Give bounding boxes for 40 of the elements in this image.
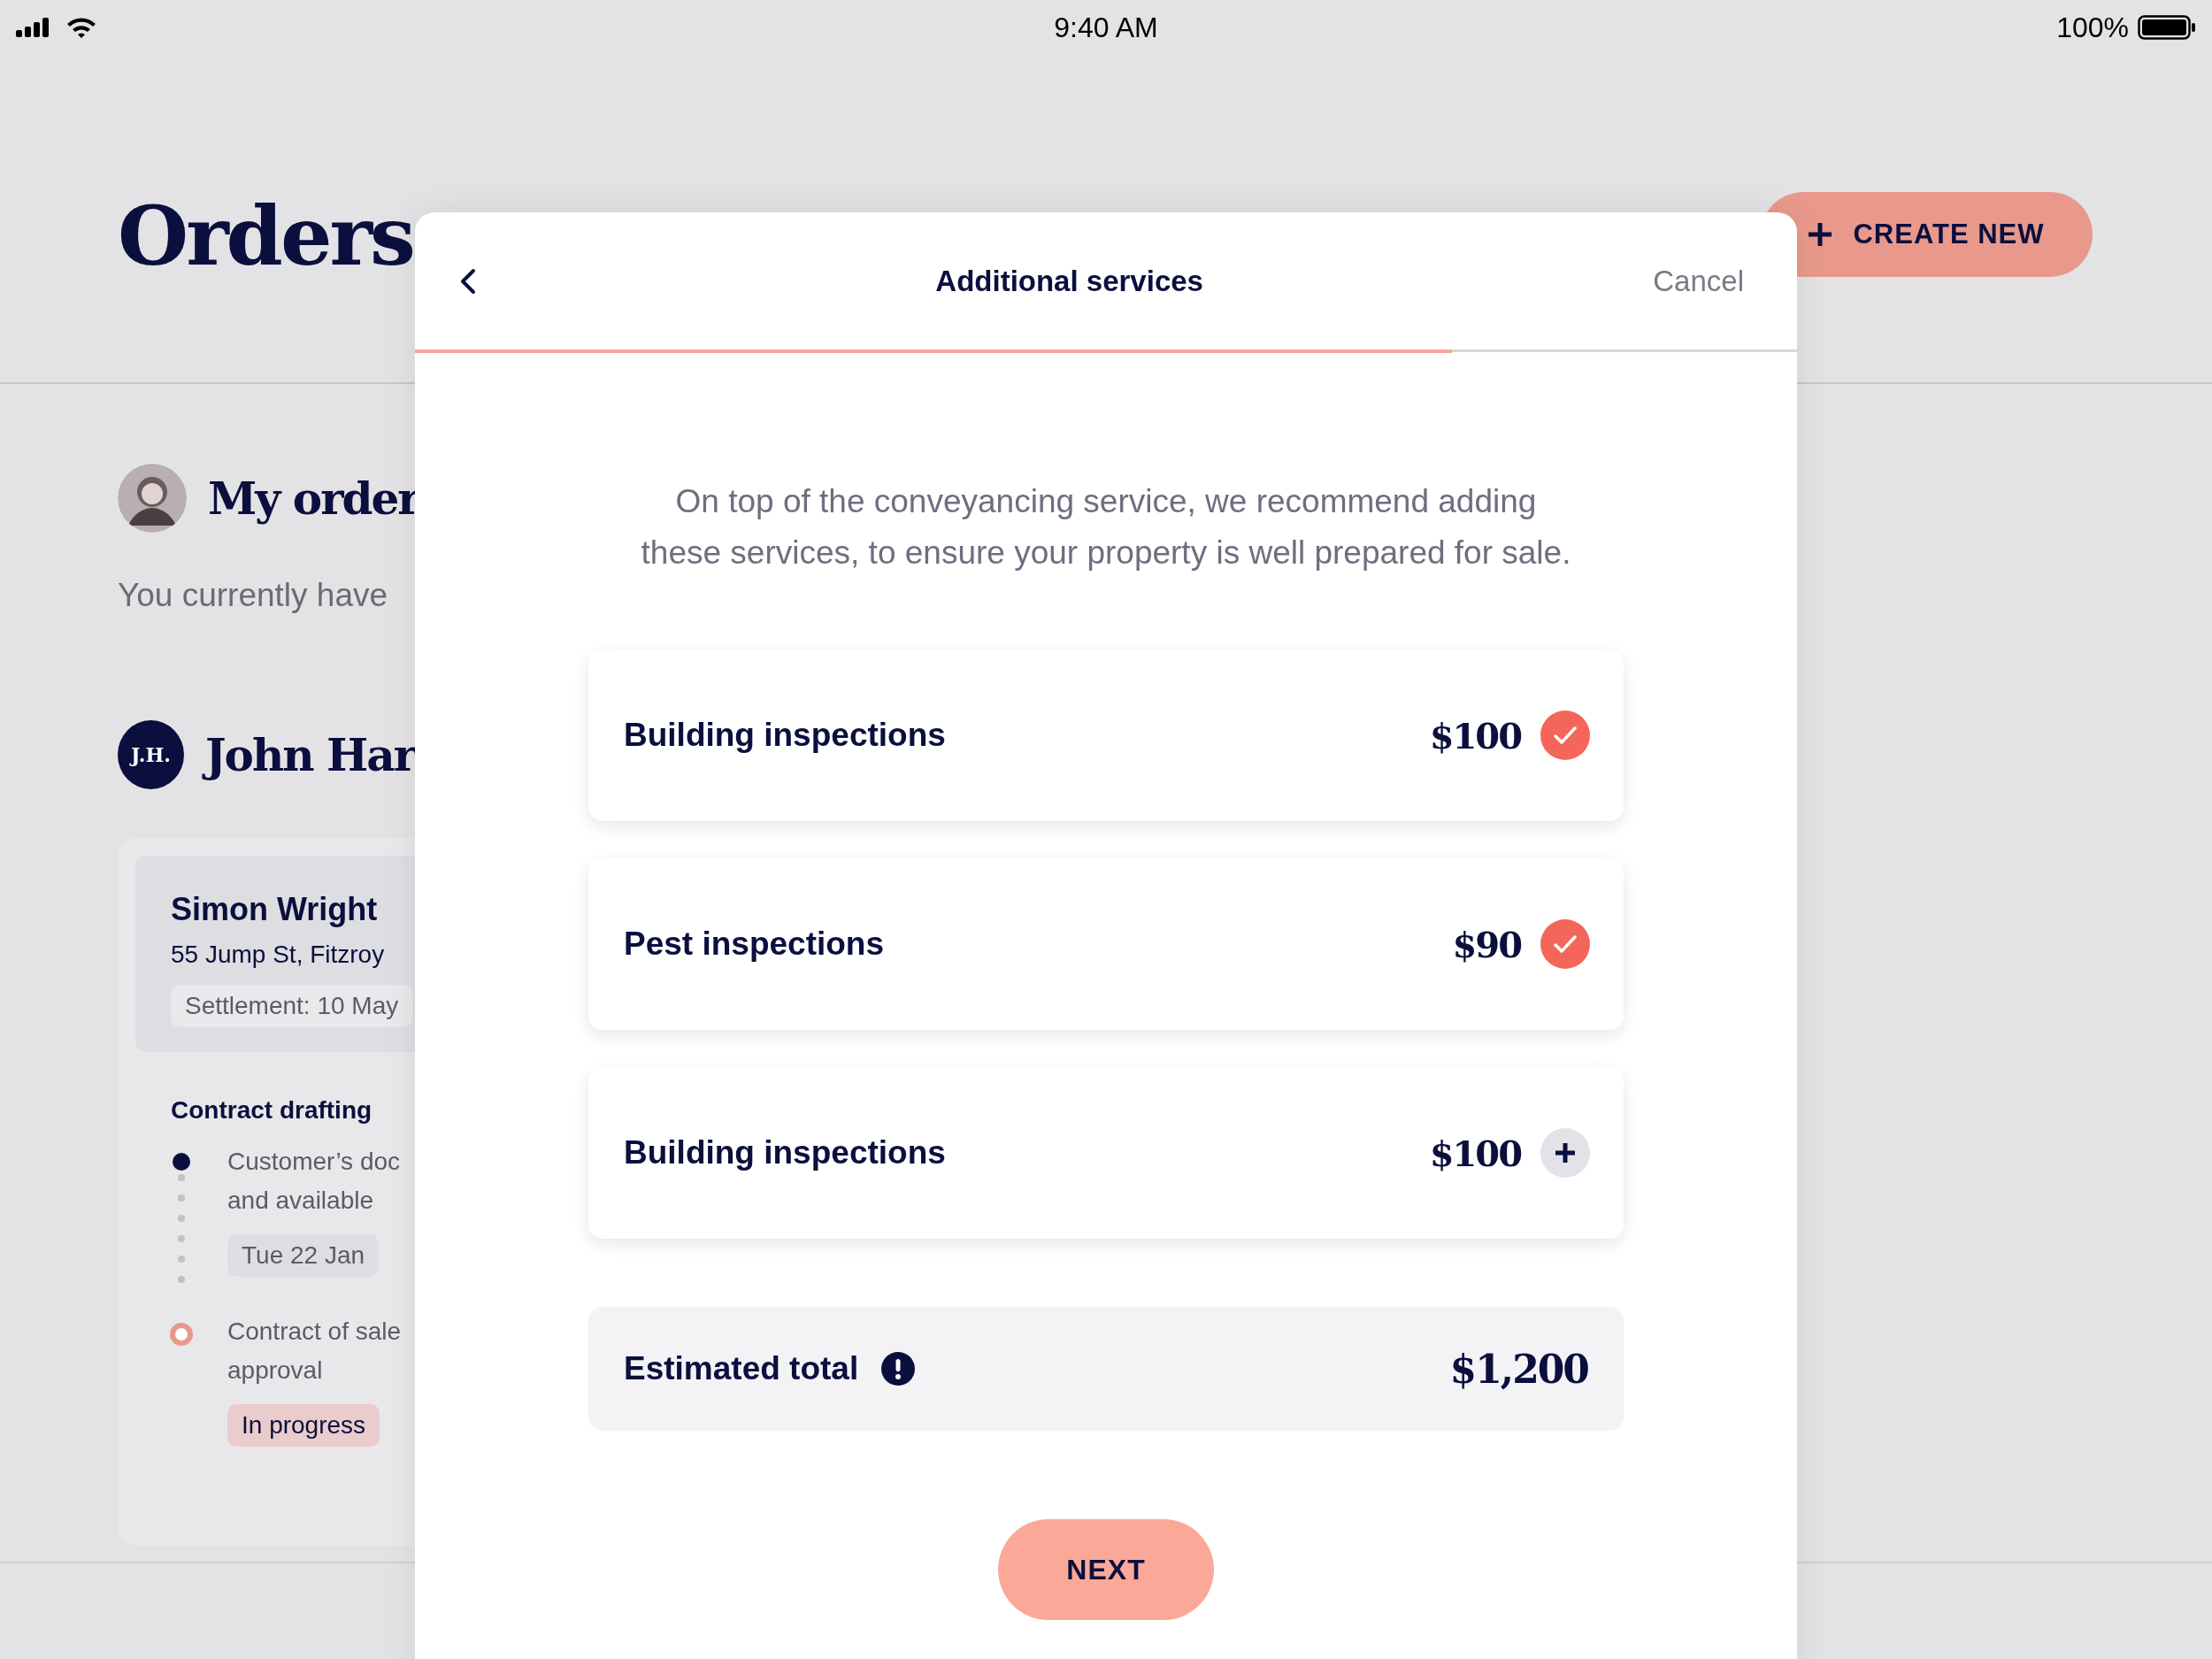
step-dot xyxy=(173,1153,190,1171)
modal-title: Additional services xyxy=(935,264,1203,298)
check-icon[interactable] xyxy=(1540,919,1590,969)
total-value: $1,200 xyxy=(1449,1346,1588,1392)
info-icon[interactable] xyxy=(881,1352,916,1386)
service-name: Pest inspections xyxy=(624,926,885,963)
battery-percent: 100% xyxy=(2056,11,2129,44)
cancel-button[interactable]: Cancel xyxy=(1653,264,1744,298)
initials-avatar: J.H. xyxy=(118,720,184,789)
wifi-icon xyxy=(65,16,97,39)
check-icon[interactable] xyxy=(1540,710,1590,760)
stage-heading: Contract drafting xyxy=(171,1096,373,1125)
battery-icon xyxy=(2138,15,2196,40)
page-title: Orders xyxy=(118,188,413,284)
intro-text: On top of the conveyancing service, we recommend adding these services, to ensure your property is well prepared for sale. xyxy=(641,482,1571,572)
plus-icon[interactable] xyxy=(1540,1128,1590,1178)
plus-icon xyxy=(1809,222,1832,246)
chevron-left-icon xyxy=(459,267,477,295)
signal-icon xyxy=(16,18,51,37)
order-name: Simon Wright xyxy=(171,891,379,928)
step-tag: In progress xyxy=(227,1404,380,1447)
service-name: Building inspections xyxy=(624,717,946,754)
step-ring xyxy=(170,1323,193,1346)
service-card[interactable]: Building inspections $100 xyxy=(588,1067,1624,1239)
step-text: Contract of sale approval xyxy=(227,1317,402,1386)
orders-summary: You currently have xyxy=(118,577,389,614)
next-button[interactable]: NEXT xyxy=(998,1519,1214,1620)
section-heading: My order xyxy=(208,472,419,525)
order-address: 55 Jump St, Fitzroy xyxy=(171,941,386,969)
step-text: Customer’s doc and available xyxy=(227,1147,401,1216)
settlement-tag: Settlement: 10 May xyxy=(171,985,413,1027)
status-time: 9:40 AM xyxy=(1054,11,1158,44)
total-label: Estimated total xyxy=(624,1350,859,1387)
step-tag: Tue 22 Jan xyxy=(227,1234,380,1277)
service-card[interactable]: Pest inspections $90 xyxy=(588,858,1624,1030)
service-price: $100 xyxy=(1429,714,1521,757)
service-price: $100 xyxy=(1429,1132,1521,1174)
service-price: $90 xyxy=(1452,923,1521,965)
service-card[interactable]: Building inspections $100 xyxy=(588,649,1624,821)
service-name: Building inspections xyxy=(624,1134,946,1171)
